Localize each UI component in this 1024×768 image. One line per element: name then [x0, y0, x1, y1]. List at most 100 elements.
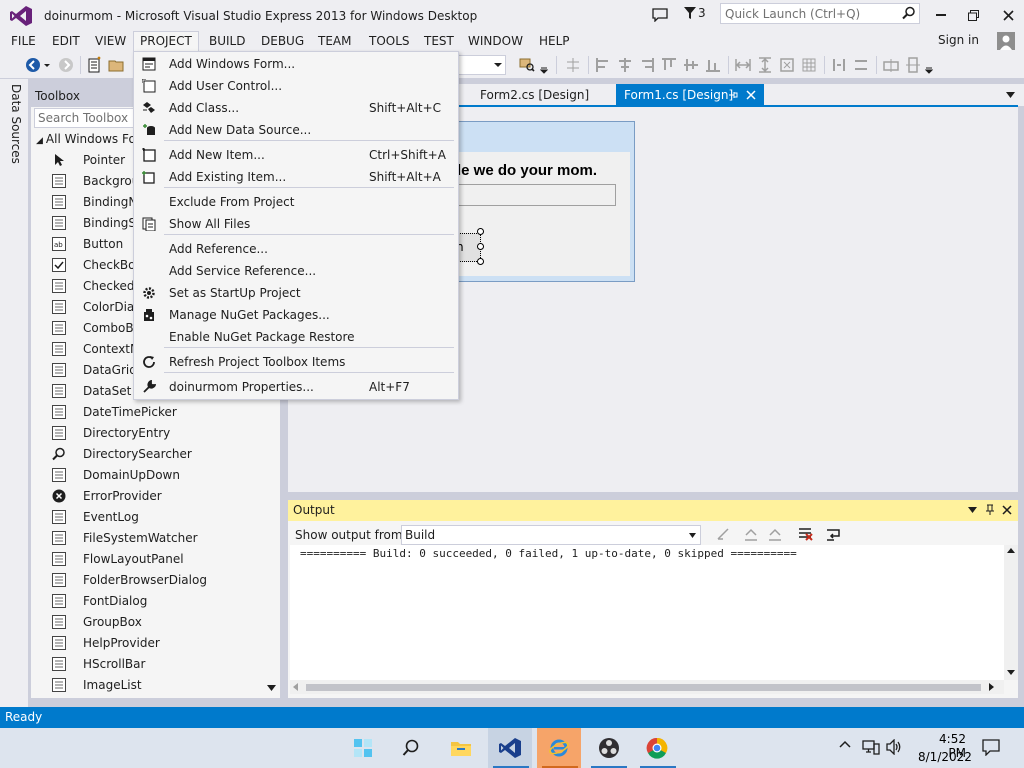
scroll-down-icon[interactable]: [267, 685, 276, 691]
tab-form2-design[interactable]: Form2.cs [Design]: [472, 84, 597, 106]
menu-test[interactable]: TEST: [418, 31, 460, 52]
toolbox-item[interactable]: FlowLayoutPanel: [52, 548, 184, 569]
toolbox-item[interactable]: Pointer: [52, 149, 125, 170]
feedback-icon[interactable]: [649, 4, 671, 26]
clock-date[interactable]: 8/1/2022: [918, 750, 972, 764]
toolbox-item[interactable]: HelpProvider: [52, 632, 160, 653]
close-panel-icon[interactable]: [1002, 505, 1012, 515]
overflow-dropdown-icon[interactable]: [540, 56, 550, 74]
menu-item-add-new-data-source[interactable]: Add New Data Source...: [134, 119, 458, 141]
toolbox-item[interactable]: BindingSo: [52, 212, 143, 233]
toolbox-item[interactable]: EventLog: [52, 506, 139, 527]
network-icon[interactable]: [862, 739, 880, 755]
minimize-button[interactable]: [930, 4, 952, 26]
chrome-taskbar-button[interactable]: [635, 728, 679, 768]
user-icon[interactable]: [997, 32, 1015, 50]
find-in-files-icon[interactable]: [518, 56, 536, 74]
output-horizontal-scrollbar[interactable]: [290, 680, 1004, 694]
data-sources-tab[interactable]: Data Sources: [7, 84, 23, 164]
toolbox-item[interactable]: CheckBox: [52, 254, 142, 275]
menu-project[interactable]: PROJECT: [133, 31, 199, 53]
form-label[interactable]: le we do your mom.: [457, 162, 597, 179]
toolbox-item[interactable]: ImageList: [52, 674, 142, 695]
resize-handle[interactable]: [477, 228, 484, 235]
menu-item-add-class[interactable]: Add Class... Shift+Alt+C: [134, 97, 458, 119]
close-tab-icon[interactable]: [746, 90, 756, 100]
toolbox-item[interactable]: GroupBox: [52, 611, 142, 632]
toolbox-item[interactable]: FileSystemWatcher: [52, 527, 198, 548]
toolbox-item[interactable]: DomainUpDown: [52, 464, 180, 485]
menu-item-add-reference[interactable]: Add Reference...: [134, 238, 458, 260]
menu-item-set-as-startup-project[interactable]: Set as StartUp Project: [134, 282, 458, 304]
notifications-button[interactable]: 3: [684, 6, 706, 20]
output-text-area[interactable]: [290, 545, 1005, 680]
tab-form1-design[interactable]: Form1.cs [Design]: [616, 84, 764, 106]
scroll-left-icon[interactable]: [293, 683, 298, 691]
menu-item-add-user-control[interactable]: Add User Control...: [134, 75, 458, 97]
toolbox-item[interactable]: ErrorProvider: [52, 485, 162, 506]
menu-team[interactable]: TEAM: [312, 31, 357, 52]
toolbox-item[interactable]: ColorDial: [52, 296, 138, 317]
resize-handle[interactable]: [477, 243, 484, 250]
action-center-button[interactable]: [982, 738, 1000, 756]
clear-all-icon[interactable]: [797, 525, 815, 543]
quick-launch-input[interactable]: Quick Launch (Ctrl+Q): [720, 3, 920, 24]
taskbar-search-button[interactable]: [389, 728, 433, 768]
toolbox-item[interactable]: BindingN: [52, 191, 137, 212]
solution-config-dropdown[interactable]: [458, 55, 506, 75]
pin-icon[interactable]: [985, 504, 995, 516]
menu-edit[interactable]: EDIT: [46, 31, 86, 52]
sign-in-link[interactable]: Sign in: [938, 33, 979, 47]
maximize-button[interactable]: [962, 4, 984, 26]
start-button[interactable]: [341, 728, 385, 768]
toolbox-item[interactable]: DirectoryEntry: [52, 422, 170, 443]
word-wrap-icon[interactable]: [825, 526, 843, 544]
toolbox-item[interactable]: Backgrou: [52, 170, 139, 191]
toolbox-item[interactable]: DirectorySearcher: [52, 443, 192, 464]
forward-icon[interactable]: [57, 56, 75, 74]
toolbox-item[interactable]: DataGridV: [52, 359, 145, 380]
toolbox-item[interactable]: ab Button: [52, 233, 123, 254]
toolbar-options-icon[interactable]: [925, 56, 935, 74]
tab-list-dropdown-icon[interactable]: [1006, 92, 1015, 98]
output-source-select[interactable]: Build: [401, 525, 701, 545]
back-dropdown-icon[interactable]: [43, 56, 53, 74]
new-project-icon[interactable]: [86, 56, 104, 74]
menu-item-add-new-item[interactable]: Add New Item... Ctrl+Shift+A: [134, 144, 458, 166]
toolbox-item[interactable]: DateTimePicker: [52, 401, 177, 422]
toolbox-search-input[interactable]: Search Toolbox: [34, 108, 138, 128]
menu-help[interactable]: HELP: [533, 31, 576, 52]
toolbox-item[interactable]: CheckedL: [52, 275, 141, 296]
menu-item-manage-nuget-packages[interactable]: Manage NuGet Packages...: [134, 304, 458, 326]
menu-item-doinurmom-properties[interactable]: doinurmom Properties... Alt+F7: [134, 376, 458, 398]
resize-handle[interactable]: [477, 258, 484, 265]
horizontal-scroll-thumb[interactable]: [306, 684, 981, 691]
form-textbox[interactable]: [457, 184, 616, 206]
menu-build[interactable]: BUILD: [203, 31, 251, 52]
scroll-down-icon[interactable]: [1007, 670, 1015, 675]
toolbox-item[interactable]: ComboBo: [52, 317, 141, 338]
obs-taskbar-button[interactable]: [587, 728, 631, 768]
menu-file[interactable]: FILE: [5, 31, 42, 52]
toolbox-item[interactable]: ContextM: [52, 338, 140, 359]
toolbox-item[interactable]: DataSet: [52, 380, 131, 401]
menu-item-add-windows-form[interactable]: Add Windows Form...: [134, 53, 458, 75]
visual-studio-taskbar-button[interactable]: [488, 728, 532, 768]
menu-item-add-service-reference[interactable]: Add Service Reference...: [134, 260, 458, 282]
menu-window[interactable]: WINDOW: [462, 31, 529, 52]
file-explorer-button[interactable]: [439, 728, 483, 768]
window-position-dropdown-icon[interactable]: [968, 507, 977, 513]
scroll-up-icon[interactable]: [1007, 548, 1015, 553]
menu-item-show-all-files[interactable]: Show All Files: [134, 213, 458, 235]
back-icon[interactable]: [24, 56, 42, 74]
menu-item-exclude-from-project[interactable]: Exclude From Project: [134, 191, 458, 213]
menu-item-add-existing-item[interactable]: Add Existing Item... Shift+Alt+A: [134, 166, 458, 188]
search-icon[interactable]: [902, 6, 916, 20]
menu-item-refresh-project-toolbox-items[interactable]: Refresh Project Toolbox Items: [134, 351, 458, 373]
pin-icon[interactable]: [728, 90, 738, 100]
toolbox-item[interactable]: FontDialog: [52, 590, 147, 611]
toolbox-item[interactable]: FolderBrowserDialog: [52, 569, 207, 590]
output-vertical-scrollbar[interactable]: [1004, 545, 1018, 680]
close-button[interactable]: [997, 4, 1019, 26]
menu-debug[interactable]: DEBUG: [255, 31, 310, 52]
